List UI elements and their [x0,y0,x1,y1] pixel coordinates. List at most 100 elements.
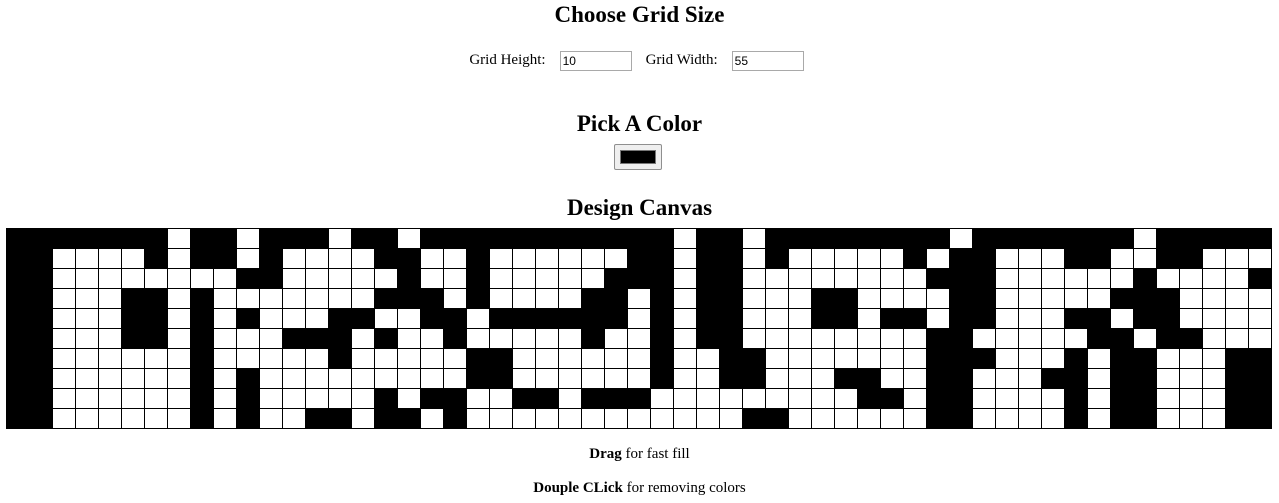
canvas-cell[interactable] [788,328,812,349]
canvas-cell[interactable] [834,228,858,249]
canvas-cell[interactable] [765,408,789,429]
canvas-cell[interactable] [581,288,605,309]
canvas-cell[interactable] [167,308,191,329]
canvas-cell[interactable] [282,228,306,249]
canvas-cell[interactable] [98,368,122,389]
canvas-cell[interactable] [489,388,513,409]
canvas-cell[interactable] [719,348,743,369]
canvas-cell[interactable] [558,248,582,269]
canvas-cell[interactable] [1156,368,1180,389]
canvas-cell[interactable] [788,388,812,409]
canvas-cell[interactable] [834,328,858,349]
canvas-cell[interactable] [420,308,444,329]
canvas-cell[interactable] [190,228,214,249]
canvas-cell[interactable] [397,248,421,269]
canvas-cell[interactable] [972,408,996,429]
canvas-cell[interactable] [1179,248,1203,269]
canvas-cell[interactable] [1225,328,1249,349]
canvas-cell[interactable] [512,368,536,389]
canvas-cell[interactable] [374,228,398,249]
canvas-cell[interactable] [673,288,697,309]
canvas-cell[interactable] [397,308,421,329]
canvas-cell[interactable] [1133,388,1157,409]
canvas-cell[interactable] [52,308,76,329]
canvas-cell[interactable] [1133,248,1157,269]
canvas-cell[interactable] [880,328,904,349]
canvas-cell[interactable] [466,328,490,349]
canvas-cell[interactable] [719,388,743,409]
canvas-cell[interactable] [581,248,605,269]
canvas-cell[interactable] [6,228,30,249]
canvas-cell[interactable] [1156,388,1180,409]
canvas-cell[interactable] [466,388,490,409]
canvas-cell[interactable] [1087,288,1111,309]
canvas-cell[interactable] [1087,268,1111,289]
canvas-cell[interactable] [328,288,352,309]
canvas-cell[interactable] [374,288,398,309]
canvas-cell[interactable] [857,348,881,369]
canvas-cell[interactable] [535,248,559,269]
canvas-cell[interactable] [75,348,99,369]
canvas-cell[interactable] [6,268,30,289]
canvas-cell[interactable] [167,228,191,249]
canvas-cell[interactable] [1087,408,1111,429]
canvas-cell[interactable] [1179,268,1203,289]
canvas-cell[interactable] [190,348,214,369]
canvas-cell[interactable] [1202,348,1226,369]
canvas-cell[interactable] [1179,328,1203,349]
canvas-cell[interactable] [52,388,76,409]
canvas-cell[interactable] [949,288,973,309]
canvas-cell[interactable] [742,368,766,389]
canvas-cell[interactable] [466,348,490,369]
canvas-cell[interactable] [834,248,858,269]
canvas-cell[interactable] [719,368,743,389]
canvas-cell[interactable] [1110,328,1134,349]
canvas-cell[interactable] [29,248,53,269]
canvas-cell[interactable] [259,348,283,369]
canvas-cell[interactable] [1110,348,1134,369]
canvas-cell[interactable] [98,408,122,429]
canvas-cell[interactable] [98,328,122,349]
canvas-cell[interactable] [627,308,651,329]
canvas-cell[interactable] [305,228,329,249]
canvas-cell[interactable] [696,368,720,389]
canvas-cell[interactable] [1041,248,1065,269]
canvas-cell[interactable] [903,248,927,269]
canvas-cell[interactable] [811,348,835,369]
canvas-cell[interactable] [328,388,352,409]
canvas-cell[interactable] [443,388,467,409]
canvas-cell[interactable] [972,368,996,389]
canvas-cell[interactable] [558,268,582,289]
canvas-cell[interactable] [903,328,927,349]
canvas-cell[interactable] [673,248,697,269]
canvas-cell[interactable] [420,268,444,289]
canvas-cell[interactable] [1018,288,1042,309]
canvas-cell[interactable] [1133,288,1157,309]
canvas-cell[interactable] [558,308,582,329]
canvas-cell[interactable] [75,328,99,349]
canvas-cell[interactable] [52,248,76,269]
canvas-cell[interactable] [765,328,789,349]
canvas-cell[interactable] [1202,268,1226,289]
canvas-cell[interactable] [880,308,904,329]
canvas-cell[interactable] [1087,308,1111,329]
canvas-cell[interactable] [788,368,812,389]
canvas-cell[interactable] [949,308,973,329]
canvas-cell[interactable] [1018,408,1042,429]
canvas-cell[interactable] [857,388,881,409]
canvas-cell[interactable] [857,288,881,309]
canvas-cell[interactable] [1110,248,1134,269]
canvas-cell[interactable] [121,228,145,249]
canvas-cell[interactable] [742,288,766,309]
canvas-cell[interactable] [489,348,513,369]
canvas-cell[interactable] [213,348,237,369]
canvas-cell[interactable] [604,328,628,349]
canvas-cell[interactable] [535,228,559,249]
canvas-cell[interactable] [29,348,53,369]
canvas-cell[interactable] [765,268,789,289]
canvas-cell[interactable] [213,388,237,409]
canvas-cell[interactable] [144,268,168,289]
canvas-cell[interactable] [926,228,950,249]
canvas-cell[interactable] [512,248,536,269]
canvas-cell[interactable] [75,228,99,249]
